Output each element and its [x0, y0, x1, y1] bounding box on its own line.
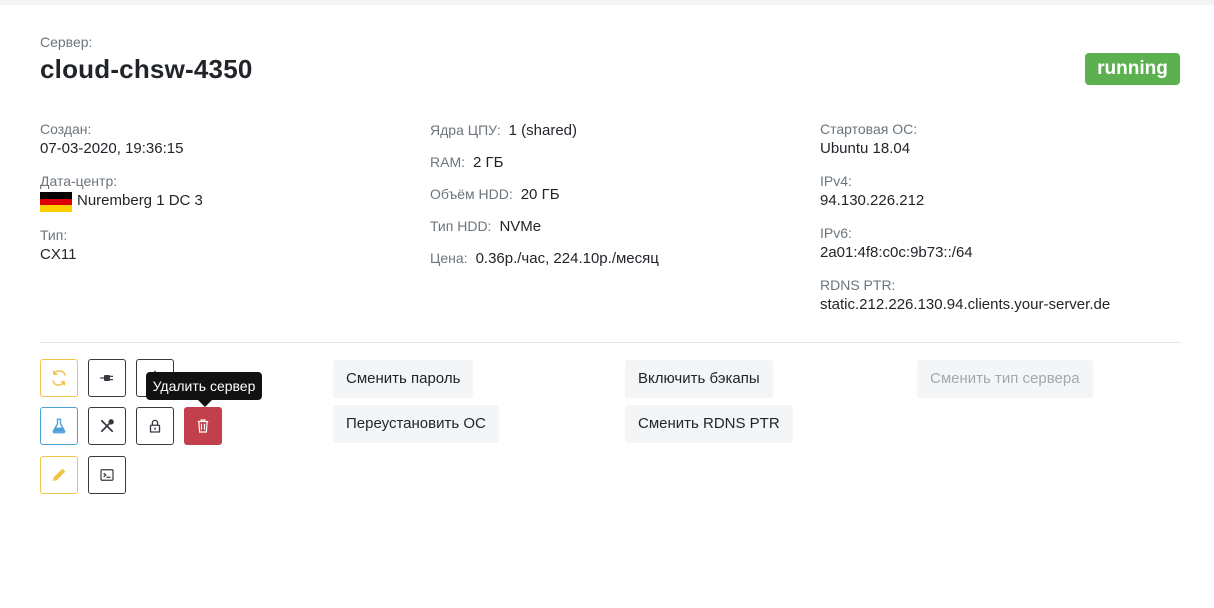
terminal-icon	[100, 469, 114, 481]
datacenter-label: Дата-центр:	[40, 173, 118, 189]
datacenter-value: Nuremberg 1 DC 3	[77, 192, 203, 209]
ipv6-value: 2a01:4f8:c0c:9b73::/64	[820, 244, 973, 261]
reinstall-os-button[interactable]: Переустановить ОС	[333, 405, 499, 443]
tooltip-arrow	[198, 400, 212, 407]
rdns-value: static.212.226.130.94.clients.your-serve…	[820, 296, 1111, 313]
status-badge: running	[1085, 53, 1180, 85]
change-rdns-button[interactable]: Сменить RDNS PTR	[625, 405, 793, 443]
tools-icon	[100, 419, 114, 433]
enable-backups-button[interactable]: Включить бэкапы	[625, 360, 773, 398]
rename-button[interactable]	[40, 456, 78, 494]
price-value: 0.36р./час, 224.10р./месяц	[475, 250, 659, 267]
type-label: Тип:	[40, 227, 68, 243]
ipv4-value: 94.130.226.212	[820, 192, 925, 209]
rdns-label: RDNS PTR:	[820, 277, 896, 293]
lock-button[interactable]	[136, 407, 174, 445]
change-server-type-button[interactable]: Сменить тип сервера	[917, 360, 1093, 398]
delete-server-button[interactable]	[184, 407, 222, 445]
cpu-row: Ядра ЦПУ: 1 (shared)	[430, 122, 577, 139]
ipv6-label: IPv6:	[820, 225, 852, 241]
germany-flag-icon	[40, 192, 72, 212]
console-button[interactable]	[88, 456, 126, 494]
top-bar	[0, 0, 1214, 5]
os-label: Стартовая ОС:	[820, 121, 918, 137]
created-value: 07-03-2020, 19:36:15	[40, 140, 184, 157]
restart-button[interactable]	[40, 359, 78, 397]
restart-icon	[52, 370, 66, 386]
tools-button[interactable]	[88, 407, 126, 445]
hdd-value: 20 ГБ	[520, 186, 560, 203]
plug-button[interactable]	[88, 359, 126, 397]
rescue-button[interactable]	[40, 407, 78, 445]
ipv4-label: IPv4:	[820, 173, 852, 189]
server-label: Сервер:	[40, 34, 93, 50]
hdd-type-row: Тип HDD: NVMe	[430, 218, 541, 235]
trash-icon	[197, 419, 209, 433]
hdd-row: Объём HDD: 20 ГБ	[430, 186, 560, 203]
created-label: Создан:	[40, 121, 92, 137]
cpu-label: Ядра ЦПУ:	[430, 122, 501, 138]
flask-icon	[52, 418, 66, 434]
price-row: Цена: 0.36р./час, 224.10р./месяц	[430, 250, 659, 267]
hdd-type-value: NVMe	[499, 218, 542, 235]
pencil-icon	[53, 468, 66, 481]
divider	[40, 342, 1181, 343]
change-password-button[interactable]: Сменить пароль	[333, 360, 474, 398]
ram-label: RAM:	[430, 154, 465, 170]
ram-row: RAM: 2 ГБ	[430, 154, 503, 171]
ram-value: 2 ГБ	[473, 154, 504, 171]
plug-icon	[100, 375, 113, 381]
os-value: Ubuntu 18.04	[820, 140, 911, 157]
server-name: cloud-chsw-4350	[40, 54, 253, 84]
delete-tooltip: Удалить сервер	[146, 372, 262, 400]
price-label: Цена:	[430, 250, 468, 266]
hdd-type-label: Тип HDD:	[430, 218, 492, 234]
lock-icon	[149, 419, 161, 433]
cpu-value: 1 (shared)	[508, 122, 578, 139]
hdd-label: Объём HDD:	[430, 186, 513, 202]
type-value: CX11	[40, 246, 77, 263]
